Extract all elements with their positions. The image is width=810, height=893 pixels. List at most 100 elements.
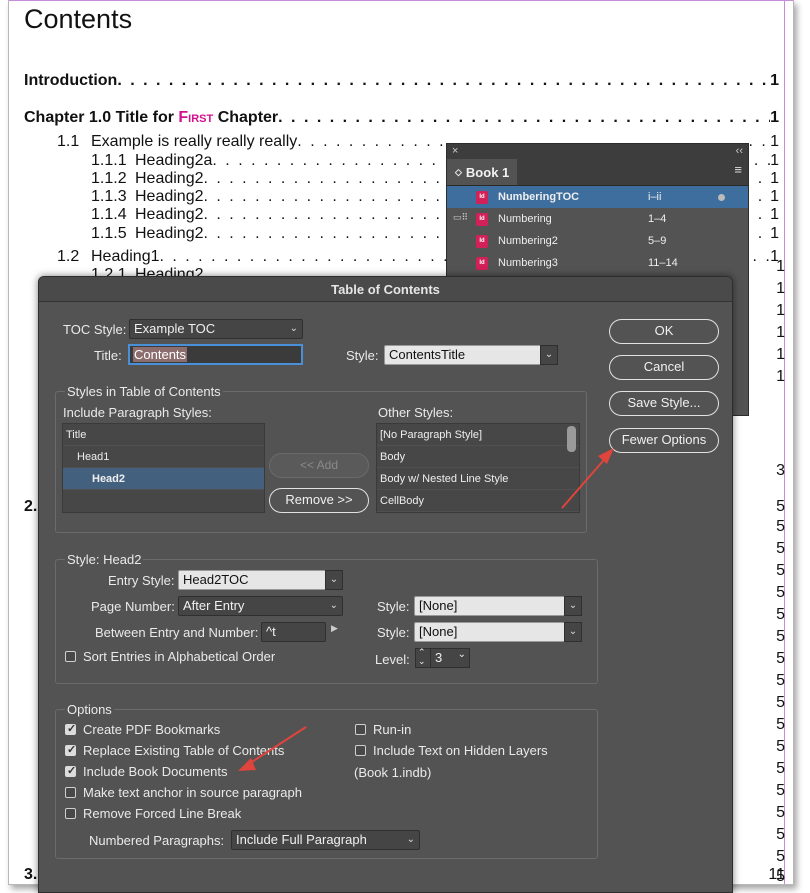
panel-tab-row: ◇ Book 1 ≡ (447, 158, 748, 186)
other-styles-label: Other Styles: (378, 405, 454, 420)
remove-button[interactable]: Remove >> (269, 488, 369, 513)
panel-menu-icon[interactable]: ≡ (734, 162, 742, 177)
entry-number: 1.1.4 (91, 206, 127, 223)
numbered-paragraphs-value: Include Full Paragraph (236, 832, 367, 847)
book-document-row[interactable]: ▭⠿ Id Numbering 1–4 (447, 208, 748, 230)
include-book-documents-checkbox[interactable] (65, 764, 76, 777)
book-document-row[interactable]: Id Numbering3 11–14 (447, 252, 748, 274)
entry-style-select[interactable]: Head2TOC ⌄ (178, 570, 343, 590)
title-style-label: Style: (346, 348, 379, 363)
numbered-paragraphs-select[interactable]: Include Full Paragraph ⌄ (231, 830, 420, 850)
styles-group-title: Styles in Table of Contents (65, 384, 223, 399)
title-value: Contents (133, 347, 188, 362)
page-number-fragment: 5 (776, 650, 785, 667)
stepper-down-icon[interactable]: ⌄ (418, 657, 426, 666)
hidden-layers-checkbox[interactable] (355, 745, 366, 756)
text-anchor-checkbox[interactable] (65, 787, 76, 798)
page-number-fragment: 5 (776, 540, 785, 557)
page-number-fragment: 5 (776, 584, 785, 601)
stepper-divider (430, 649, 431, 667)
entry-page: 1 (770, 133, 779, 150)
collapse-icon[interactable]: ‹‹ (736, 145, 743, 157)
entry-style-value: Head2TOC (183, 572, 249, 587)
list-item[interactable]: Head1 (63, 446, 264, 468)
panel-topbar: × ‹‹ (447, 144, 748, 158)
doc-page-range: 11–14 (648, 257, 678, 269)
book-document-row[interactable]: Id Numbering2 5–9 (447, 230, 748, 252)
entry-number: 1.1.5 (91, 225, 127, 242)
replace-existing-toc-checkbox[interactable] (65, 743, 76, 756)
page-number-select[interactable]: After Entry ⌄ (178, 596, 343, 616)
entry-text: Heading2 (135, 170, 204, 187)
level-stepper[interactable]: ⌃ ⌄ 3 ⌄ (415, 648, 470, 668)
title-style-value: ContentsTitle (389, 347, 466, 362)
list-item[interactable]: Body (377, 446, 579, 468)
other-styles-list[interactable]: [No Paragraph Style] Body Body w/ Nested… (376, 423, 580, 513)
indesign-doc-icon: Id (476, 234, 488, 248)
page-number-style-label: Style: (377, 599, 410, 614)
page-number-fragment: 5 (776, 804, 785, 821)
between-entry-value: ^t (266, 624, 276, 639)
tab-book[interactable]: ◇ Book 1 (447, 159, 518, 185)
sort-alphabetical-checkbox[interactable] (65, 651, 76, 662)
title-label: Title: (94, 348, 122, 363)
style-source-icon[interactable]: ▭⠿ (453, 212, 468, 224)
cancel-button[interactable]: Cancel (609, 355, 719, 380)
chevron-down-icon[interactable]: ⌄ (458, 649, 466, 660)
list-item[interactable]: [No Paragraph Style] (377, 424, 579, 446)
toc-style-select[interactable]: Example TOC ⌄ (129, 319, 303, 339)
entry-text: Heading2 (135, 206, 204, 223)
page-number-fragment: 1 (776, 368, 785, 385)
numbered-paragraphs-label: Numbered Paragraphs: (89, 833, 225, 848)
tab-label: Book 1 (465, 164, 510, 180)
close-icon[interactable]: × (452, 145, 458, 157)
page-number-style-select[interactable]: [None] ⌄ (414, 596, 582, 616)
page-number-fragment: 5 (776, 498, 785, 515)
book-document-row[interactable]: Id NumberingTOC i–ii (447, 186, 748, 208)
entry-page: 1 (770, 152, 779, 169)
page-number-fragment: 5 (776, 716, 785, 733)
between-style-select[interactable]: [None] ⌄ (414, 622, 582, 642)
between-entry-input[interactable]: ^t (261, 622, 326, 642)
list-item[interactable]: CellBody (377, 490, 579, 512)
create-pdf-bookmarks-checkbox[interactable] (65, 722, 76, 735)
doc-name: Numbering2 (498, 235, 558, 247)
page-title: Contents (24, 4, 133, 34)
sort-alphabetical-label: Sort Entries in Alphabetical Order (83, 649, 276, 664)
leader-dots (278, 109, 770, 127)
toc-entry: Introduction 1 (24, 72, 779, 90)
page-number-fragment: 5 (776, 782, 785, 799)
include-styles-list[interactable]: Title Head1 Head2 (62, 423, 265, 513)
entry-style-group-title: Style: Head2 (65, 552, 144, 567)
title-style-select[interactable]: ContentsTitle ⌄ (384, 345, 558, 365)
ok-button[interactable]: OK (609, 319, 719, 344)
list-item[interactable]: Body w/ Nested Line Style (377, 468, 579, 490)
page-number-value: After Entry (183, 598, 245, 613)
flyout-arrow-icon[interactable]: ▶ (331, 623, 338, 634)
list-item[interactable]: Title (63, 424, 264, 446)
chevron-down-icon: ⌄ (289, 323, 298, 334)
fewer-options-button[interactable]: Fewer Options (609, 428, 719, 453)
chevron-down-icon: ⌄ (329, 600, 338, 611)
entry-page: 1 (770, 225, 779, 242)
doc-name: NumberingTOC (498, 191, 580, 203)
add-button[interactable]: << Add (269, 453, 369, 478)
entry-text: Introduction (24, 72, 118, 89)
scrollbar-thumb[interactable] (567, 426, 576, 452)
entry-number: 1.2 (57, 248, 80, 265)
level-value: 3 (435, 650, 443, 665)
dialog-title: Table of Contents (39, 277, 732, 302)
title-input[interactable]: Contents (128, 344, 303, 365)
entry-page: 1 (770, 188, 779, 205)
list-item-selected[interactable]: Head2 (63, 468, 264, 490)
page-number-fragment: 1 (776, 302, 785, 319)
run-in-checkbox[interactable] (355, 724, 366, 735)
save-style-button[interactable]: Save Style... (609, 391, 719, 416)
option-label: Make text anchor in source paragraph (83, 785, 302, 800)
indesign-doc-icon: Id (476, 212, 488, 226)
page-number-style-value: [None] (419, 598, 458, 613)
indesign-doc-icon: Id (476, 190, 488, 204)
level-label: Level: (375, 652, 410, 667)
page-number-fragment: 5 (776, 606, 785, 623)
remove-forced-line-break-checkbox[interactable] (65, 808, 76, 819)
